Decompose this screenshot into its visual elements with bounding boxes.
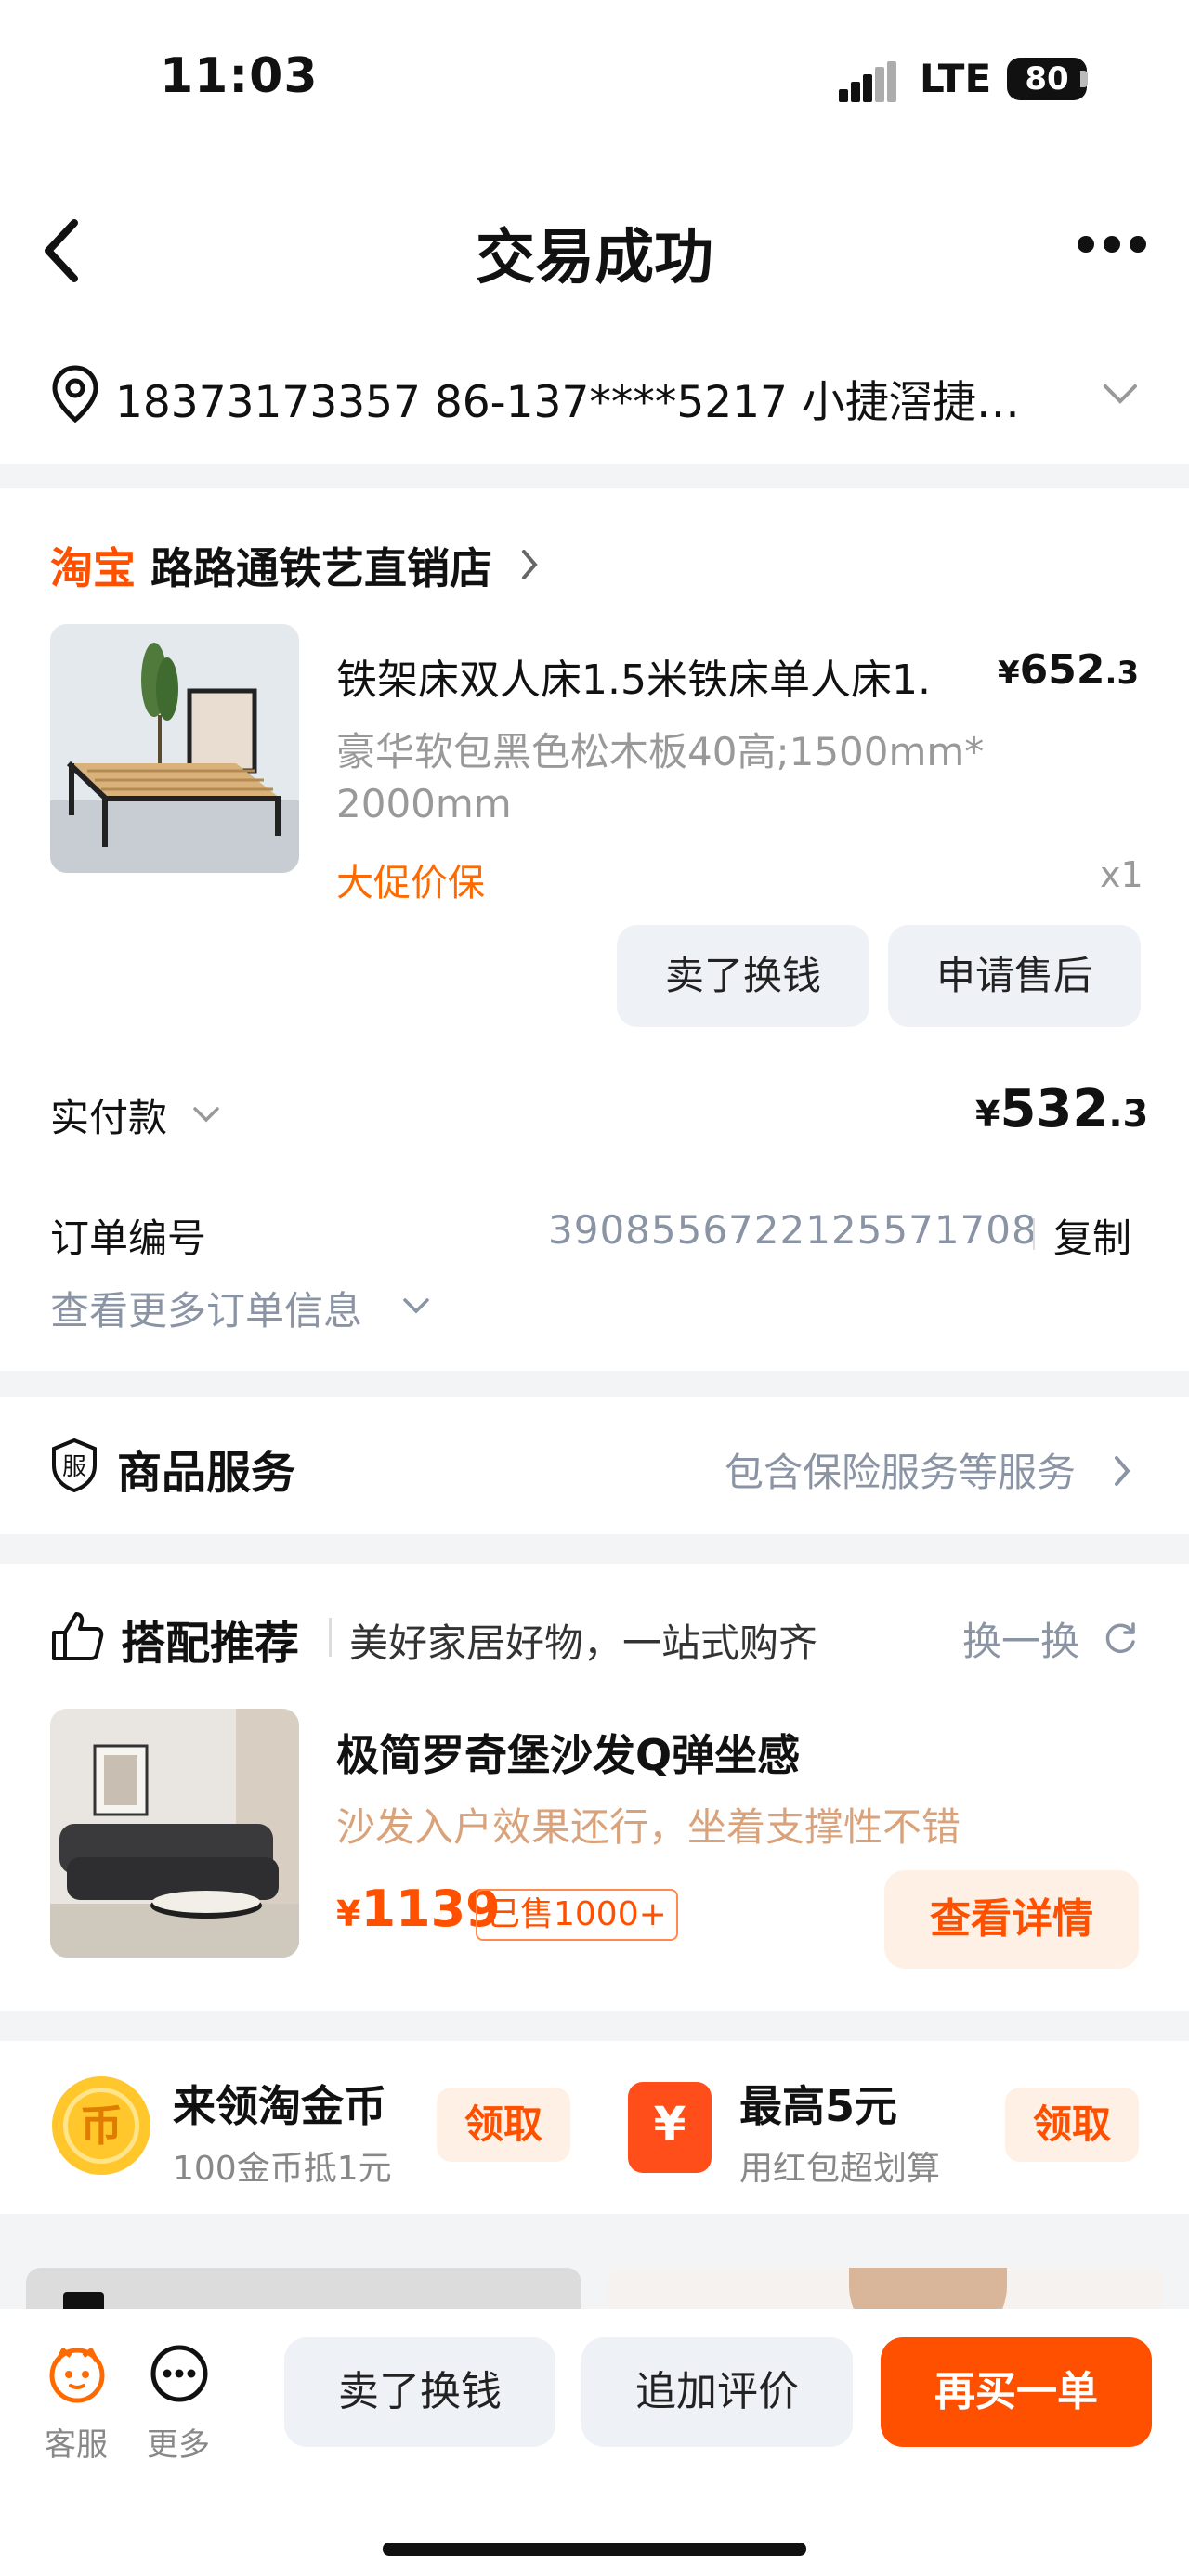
sell-button[interactable]: 卖了换钱 [617,925,869,1027]
page-title: 交易成功 [476,224,713,293]
service-title: 商品服务 [117,1447,296,1499]
swap-button[interactable]: 换一换 [962,1610,1079,1667]
chevron-down-icon[interactable] [401,1296,431,1319]
chevron-down-icon[interactable] [1102,383,1139,409]
copy-button[interactable]: 复制 [1053,1207,1131,1264]
customer-service-label[interactable]: 客服 [45,2419,108,2465]
recommend-product-desc: 沙发入户效果还行，坐着支撑性不错 [336,1804,961,1850]
feed-preview [0,2244,1189,2342]
recommend-subtitle: 美好家居好物，一站式购齐 [349,1620,818,1666]
product-title[interactable]: 铁架床双人床1.5米铁床单人床1. [336,646,1005,706]
product-image-sofa[interactable] [50,1709,299,1958]
order-number: 3908556722125571708 [548,1207,1038,1253]
gold-coin-icon: 币 [52,2076,150,2175]
recommend-currency: ¥ [336,1893,361,1934]
paid-int: 532 [1000,1079,1109,1139]
red-packet-icon: ¥ [628,2082,712,2173]
sell-button[interactable]: 卖了换钱 [284,2337,555,2447]
paid-currency: ¥ [975,1094,1000,1135]
more-label[interactable]: 更多 [147,2419,210,2465]
claim-red-packet-button[interactable]: 领取 [1005,2088,1139,2162]
bottom-action-bar: 客服 更多 卖了换钱 追加评价 再买一单 [0,2309,1189,2576]
shop-name[interactable]: 路路通铁艺直销店 [150,535,492,596]
price-int: 652 [1019,646,1105,694]
address-text: 18373173357 86-137****5217 小捷滘捷… [115,377,1020,428]
more-order-info[interactable]: 查看更多订单信息 [50,1280,362,1336]
recommend-product-name[interactable]: 极简罗奇堡沙发Q弹坐感 [336,1722,800,1783]
battery-icon: 80 [1007,58,1087,100]
order-number-label: 订单编号 [50,1216,207,1261]
signal-icon [839,61,896,102]
coin-glyph: 币 [63,2088,139,2164]
price-currency: ¥ [998,655,1020,692]
promo-tag: 大促价保 [336,862,485,904]
location-pin-icon [50,364,100,427]
service-desc: 包含保险服务等服务 [725,1450,1077,1495]
order-card: 淘宝 路路通铁艺直销店 铁架床双人床1.5米铁床单人床1. ¥652.3 豪华软… [0,488,1189,1371]
customer-service-icon[interactable] [46,2343,108,2408]
network-label: LTE [920,56,992,101]
product-image-bed[interactable] [50,624,299,873]
taobao-logo: 淘宝 [50,543,136,593]
add-review-button[interactable]: 追加评价 [581,2337,853,2447]
divider [329,1618,332,1657]
after-sale-button[interactable]: 申请售后 [888,925,1141,1027]
sold-count-badge: 已售1000+ [476,1889,678,1941]
shield-icon: 服 [50,1438,98,1497]
paid-label[interactable]: 实付款 [50,1086,167,1143]
more-icon[interactable] [149,2343,210,2408]
product-quantity: x1 [1100,854,1143,895]
recommend-card: 搭配推荐 美好家居好物，一站式购齐 换一换 极简罗奇堡沙发Q弹坐感 沙发入户效果… [0,1564,1189,2011]
chevron-right-icon[interactable] [520,548,539,585]
more-options-icon[interactable] [1078,236,1146,260]
status-time: 11:03 [160,48,319,104]
claim-coin-button[interactable]: 领取 [437,2088,570,2162]
product-service-row[interactable]: 服 商品服务 包含保险服务等服务 [0,1397,1189,1534]
status-bar: 11:03 LTE 80 [0,0,1189,158]
home-indicator[interactable] [383,2543,806,2556]
buy-again-button[interactable]: 再买一单 [881,2337,1152,2447]
thumbs-up-icon [50,1608,104,1666]
red-packet-subtitle: 用红包超划算 [739,2150,941,2188]
price-dec: .3 [1104,655,1140,692]
paid-dec: .3 [1108,1093,1149,1136]
refresh-icon[interactable] [1102,1620,1139,1660]
address-row[interactable]: 18373173357 86-137****5217 小捷滘捷… [0,344,1189,464]
paid-amount: ¥532.3 [975,1079,1148,1139]
red-packet-title: 最高5元 [739,2081,898,2131]
nav-header: 交易成功 [0,158,1189,344]
rewards-row: 币 来领淘金币 100金币抵1元 领取 ¥ 最高5元 用红包超划算 领取 [0,2041,1189,2214]
recommend-title: 搭配推荐 [121,1618,300,1670]
product-price: ¥652.3 [998,646,1139,694]
shield-glyph: 服 [62,1453,86,1481]
coin-subtitle: 100金币抵1元 [173,2150,392,2188]
chevron-down-icon[interactable] [191,1105,221,1127]
divider [1033,1218,1035,1250]
coin-title: 来领淘金币 [173,2081,386,2131]
battery-tip [1080,71,1088,87]
product-sku: 豪华软包黑色松木板40高;1500mm*2000mm [336,729,985,826]
view-detail-button[interactable]: 查看详情 [884,1870,1139,1969]
chevron-right-icon[interactable] [1113,1454,1131,1491]
